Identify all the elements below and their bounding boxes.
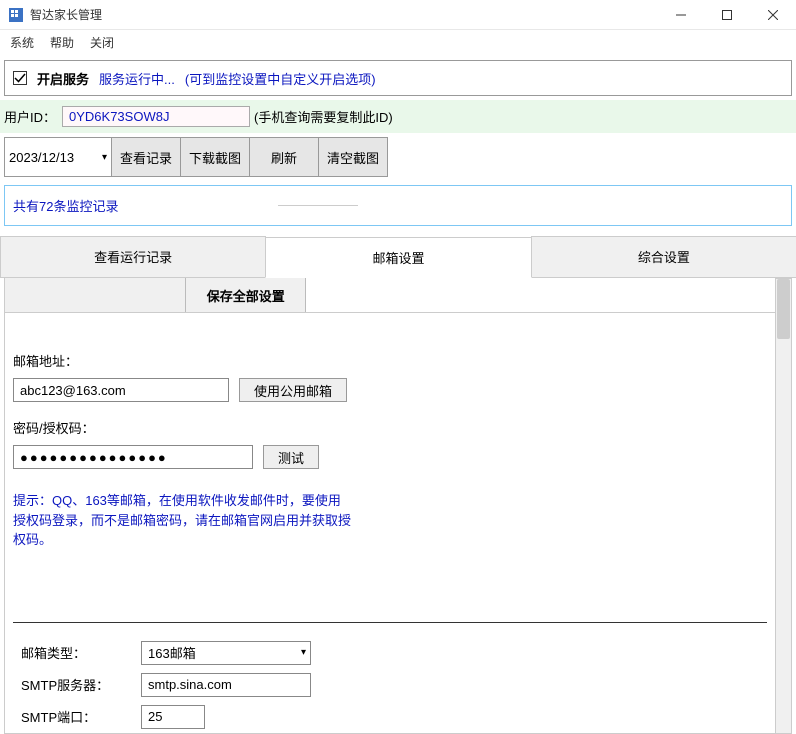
tab-mail-settings[interactable]: 邮箱设置 (265, 237, 531, 278)
mail-type-label: 邮箱类型： (21, 643, 141, 662)
clear-screenshot-button[interactable]: 清空截图 (318, 137, 388, 177)
view-records-button[interactable]: 查看记录 (111, 137, 181, 177)
save-bar: 保存全部设置 (5, 278, 775, 313)
menubar: 系统 帮助 关闭 (0, 30, 796, 54)
chevron-down-icon: ▾ (301, 647, 306, 658)
tab-general-settings[interactable]: 综合设置 (531, 236, 796, 277)
date-value: 2023/12/13 (9, 150, 74, 165)
userid-value[interactable]: 0YD6K73SOW8J (62, 106, 250, 127)
minimize-button[interactable] (658, 0, 704, 30)
userid-label: 用户ID： (4, 107, 56, 126)
chevron-down-icon: ▾ (102, 152, 107, 163)
password-label: 密码/授权码： (13, 418, 767, 437)
mail-type-value: 163邮箱 (148, 643, 196, 662)
service-status: 服务运行中... (99, 69, 175, 88)
menu-close[interactable]: 关闭 (84, 32, 120, 53)
date-picker[interactable]: 2023/12/13 ▾ (4, 137, 112, 177)
enable-service-checkbox[interactable] (13, 71, 27, 85)
mail-type-select[interactable]: 163邮箱 ▾ (141, 641, 311, 665)
app-icon (8, 7, 24, 23)
password-input[interactable] (13, 445, 253, 469)
toolbar: 2023/12/13 ▾ 查看记录 下载截图 刷新 清空截图 (4, 137, 792, 177)
maximize-button[interactable] (704, 0, 750, 30)
menu-system[interactable]: 系统 (4, 32, 40, 53)
service-hint: (可到监控设置中自定义开启选项) (185, 69, 376, 88)
mail-settings-panel: 保存全部设置 邮箱地址： 使用公用邮箱 密码/授权码： 测试 提示：QQ、163… (4, 278, 776, 734)
userid-row: 用户ID： 0YD6K73SOW8J (手机查询需要复制此ID) (0, 100, 796, 133)
auth-code-hint: 提示：QQ、163等邮箱，在使用软件收发邮件时，要使用授权码登录，而不是邮箱密码… (13, 491, 353, 550)
test-button[interactable]: 测试 (263, 445, 319, 469)
service-row: 开启服务 服务运行中... (可到监控设置中自定义开启选项) (4, 60, 792, 96)
vertical-scrollbar[interactable] (776, 278, 792, 734)
titlebar: 智达家长管理 (0, 0, 796, 30)
close-button[interactable] (750, 0, 796, 30)
records-info: 共有72条监控记录 (4, 185, 792, 226)
section-divider (13, 622, 767, 623)
smtp-port-label: SMTP端口： (21, 707, 141, 726)
smtp-server-input[interactable] (141, 673, 311, 697)
tab-content: 保存全部设置 邮箱地址： 使用公用邮箱 密码/授权码： 测试 提示：QQ、163… (0, 278, 796, 734)
window-title: 智达家长管理 (30, 6, 102, 23)
smtp-server-label: SMTP服务器： (21, 675, 141, 694)
smtp-port-input[interactable] (141, 705, 205, 729)
menu-help[interactable]: 帮助 (44, 32, 80, 53)
scrollbar-thumb[interactable] (777, 279, 790, 339)
save-bar-right (306, 278, 775, 312)
use-public-mail-button[interactable]: 使用公用邮箱 (239, 378, 347, 402)
userid-suffix: (手机查询需要复制此ID) (254, 107, 393, 126)
email-address-label: 邮箱地址： (13, 351, 767, 370)
divider (278, 205, 358, 206)
save-bar-left (5, 278, 186, 312)
download-screenshot-button[interactable]: 下载截图 (180, 137, 250, 177)
records-count: 共有72条监控记录 (13, 196, 118, 215)
tabs: 查看运行记录 邮箱设置 综合设置 (0, 236, 796, 278)
save-all-button[interactable]: 保存全部设置 (186, 278, 306, 312)
refresh-button[interactable]: 刷新 (249, 137, 319, 177)
enable-service-label: 开启服务 (37, 69, 89, 88)
tab-run-log[interactable]: 查看运行记录 (0, 236, 266, 277)
email-address-input[interactable] (13, 378, 229, 402)
